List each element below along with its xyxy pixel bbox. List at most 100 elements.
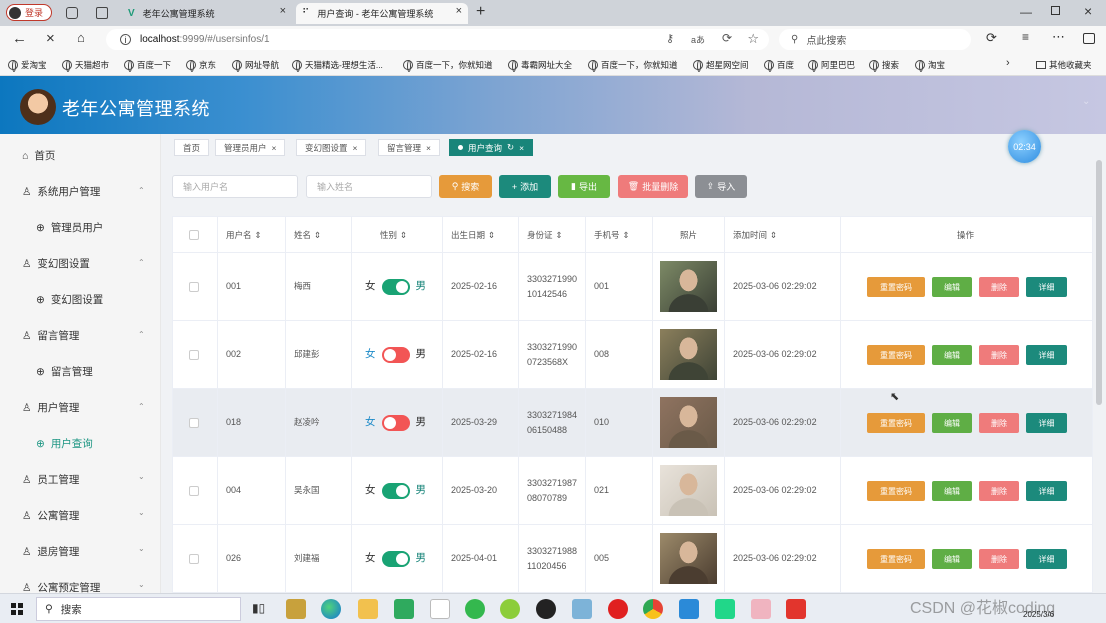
app-icon[interactable] — [572, 599, 592, 619]
tab-messages[interactable]: 留言管理 × — [378, 139, 440, 156]
reset-password-button[interactable]: 重置密码 — [867, 413, 925, 433]
app-icon[interactable] — [679, 599, 699, 619]
batch-delete-button[interactable]: 🗑 批量删除 — [618, 175, 688, 198]
edit-button[interactable]: 编辑 — [932, 345, 972, 365]
header-username[interactable]: 用户名 ⇕ — [218, 217, 286, 253]
sidebar-item-apartments[interactable]: ♙ 公寓管理 — [22, 508, 79, 523]
username-input[interactable]: 输入用户名 — [172, 175, 298, 198]
sort-icon[interactable]: ⇕ — [314, 230, 321, 241]
refresh-sync-icon[interactable]: ⟳ — [722, 31, 732, 45]
pycharm-icon[interactable] — [715, 599, 735, 619]
chevron-up-icon[interactable]: ⌃ — [138, 330, 145, 339]
sort-icon[interactable]: ⇕ — [623, 230, 630, 241]
maximize-icon[interactable] — [1051, 6, 1060, 15]
user-photo[interactable] — [660, 397, 717, 448]
header-birth[interactable]: 出生日期 ⇕ — [443, 217, 519, 253]
tab-carousel[interactable]: 变幻图设置 × — [296, 139, 367, 156]
wps-icon[interactable] — [786, 599, 806, 619]
sidebar-toggle-icon[interactable] — [1083, 33, 1095, 44]
task-view-icon[interactable]: ▮▯ — [252, 601, 265, 615]
bookmark-item[interactable]: 百度 — [764, 59, 794, 72]
gender-toggle[interactable] — [381, 550, 410, 567]
chevron-down-icon[interactable]: ⌄ — [138, 580, 145, 589]
bookmark-item[interactable]: 百度一下，你就知道 — [403, 59, 493, 72]
close-icon[interactable]: × — [519, 143, 524, 153]
sort-icon[interactable]: ⇕ — [556, 230, 563, 241]
delete-button[interactable]: 删除 — [979, 277, 1019, 297]
bookmark-item[interactable]: 爱淘宝 — [8, 59, 47, 72]
sidebar-item-home[interactable]: ⌂ 首页 — [22, 148, 55, 163]
bookmark-item[interactable]: 天猫超市 — [62, 59, 109, 72]
user-photo[interactable] — [660, 533, 717, 584]
delete-button[interactable]: 删除 — [979, 481, 1019, 501]
tab-user-query[interactable]: 用户查询 ↻ × — [449, 139, 534, 156]
app-icon[interactable] — [500, 599, 520, 619]
refresh-icon[interactable]: ↻ — [507, 142, 514, 153]
chevron-up-icon[interactable]: ⌃ — [138, 186, 145, 195]
sort-icon[interactable]: ⇕ — [255, 230, 262, 241]
gender-switch[interactable]: 女男 — [365, 482, 426, 499]
reset-password-button[interactable]: 重置密码 — [867, 549, 925, 569]
sidebar-item-system-users[interactable]: ♙ 系统用户管理 — [22, 184, 100, 199]
name-input[interactable]: 输入姓名 — [306, 175, 432, 198]
tab-admin-users[interactable]: 管理员用户 × — [215, 139, 286, 156]
close-tab-icon[interactable]: × — [456, 5, 462, 17]
taskbar-search[interactable]: ⚲ 搜索 — [36, 597, 241, 621]
key-icon[interactable]: ⚷ — [666, 32, 674, 45]
more-icon[interactable]: ⋯ — [1052, 29, 1065, 45]
stop-icon[interactable]: × — [46, 30, 55, 47]
chevron-down-icon[interactable]: ⌄ — [138, 472, 145, 481]
hbuilder-icon[interactable] — [394, 599, 414, 619]
bookmark-item[interactable]: 网址导航 — [232, 59, 279, 72]
sidebar-item-carousel[interactable]: ♙ 变幻图设置 — [22, 256, 90, 271]
gender-toggle[interactable] — [381, 414, 410, 431]
close-tab-icon[interactable]: × — [280, 5, 286, 17]
row-checkbox[interactable] — [189, 281, 199, 292]
minimize-icon[interactable]: — — [1020, 5, 1032, 19]
user-photo[interactable] — [660, 329, 717, 380]
wechat-icon[interactable] — [465, 599, 485, 619]
bookmark-item[interactable]: 百度一下，你就知道 — [588, 59, 678, 72]
file-explorer-icon[interactable] — [358, 599, 378, 619]
bookmark-item[interactable]: 京东 — [186, 59, 216, 72]
user-photo[interactable] — [660, 261, 717, 312]
sidebar-item-messages[interactable]: ♙ 留言管理 — [22, 328, 79, 343]
collections-icon[interactable]: ≡ — [1022, 30, 1029, 44]
bookmark-item[interactable]: 百度一下 — [124, 59, 171, 72]
edit-button[interactable]: 编辑 — [932, 549, 972, 569]
home-icon[interactable]: ⌂ — [77, 30, 85, 45]
sidebar-item-messages-sub[interactable]: ⊕ 留言管理 — [36, 364, 93, 379]
chevron-down-icon[interactable]: ⌄ — [138, 508, 145, 517]
workspaces-icon[interactable] — [66, 7, 78, 19]
header-added[interactable]: 添加时间 ⇕ — [725, 217, 841, 253]
tab-1[interactable]: V 老年公寓管理系统 × — [122, 3, 292, 24]
sort-icon[interactable]: ⇕ — [400, 230, 407, 241]
delete-button[interactable]: 删除 — [979, 413, 1019, 433]
sort-icon[interactable]: ⇕ — [488, 230, 495, 241]
gender-switch[interactable]: 女男 — [365, 550, 426, 567]
bookmark-item[interactable]: 阿里巴巴 — [808, 59, 855, 72]
select-all-checkbox[interactable] — [189, 230, 199, 240]
header-phone[interactable]: 手机号 ⇕ — [586, 217, 653, 253]
read-aloud-icon[interactable]: aあ — [691, 33, 705, 46]
back-icon[interactable]: ← — [12, 30, 27, 47]
bookmark-item[interactable]: 超星网空间 — [693, 59, 749, 72]
delete-button[interactable]: 删除 — [979, 345, 1019, 365]
tab-2[interactable]: ⠋ 用户查询 - 老年公寓管理系统 × — [296, 3, 468, 24]
edit-button[interactable]: 编辑 — [932, 277, 972, 297]
delete-button[interactable]: 删除 — [979, 549, 1019, 569]
add-button[interactable]: + 添加 — [499, 175, 551, 198]
favorite-icon[interactable]: ☆ — [747, 31, 759, 47]
reset-password-button[interactable]: 重置密码 — [867, 345, 925, 365]
import-button[interactable]: ⇪ 导入 — [695, 175, 747, 198]
chevron-right-icon[interactable]: › — [1006, 57, 1010, 69]
row-checkbox[interactable] — [189, 417, 199, 428]
new-tab-icon[interactable]: + — [476, 3, 485, 21]
gender-switch[interactable]: 女男 — [365, 346, 426, 363]
sidebar-item-checkout[interactable]: ♙ 退房管理 — [22, 544, 79, 559]
sidebar-item-carousel-settings[interactable]: ⊕ 变幻图设置 — [36, 292, 103, 307]
other-bookmarks[interactable]: 其他收藏夹 — [1036, 59, 1092, 71]
sort-icon[interactable]: ⇕ — [770, 230, 777, 241]
export-button[interactable]: ▮ 导出 — [558, 175, 610, 198]
sidebar-item-user-query[interactable]: ⊕ 用户查询 — [36, 436, 93, 451]
